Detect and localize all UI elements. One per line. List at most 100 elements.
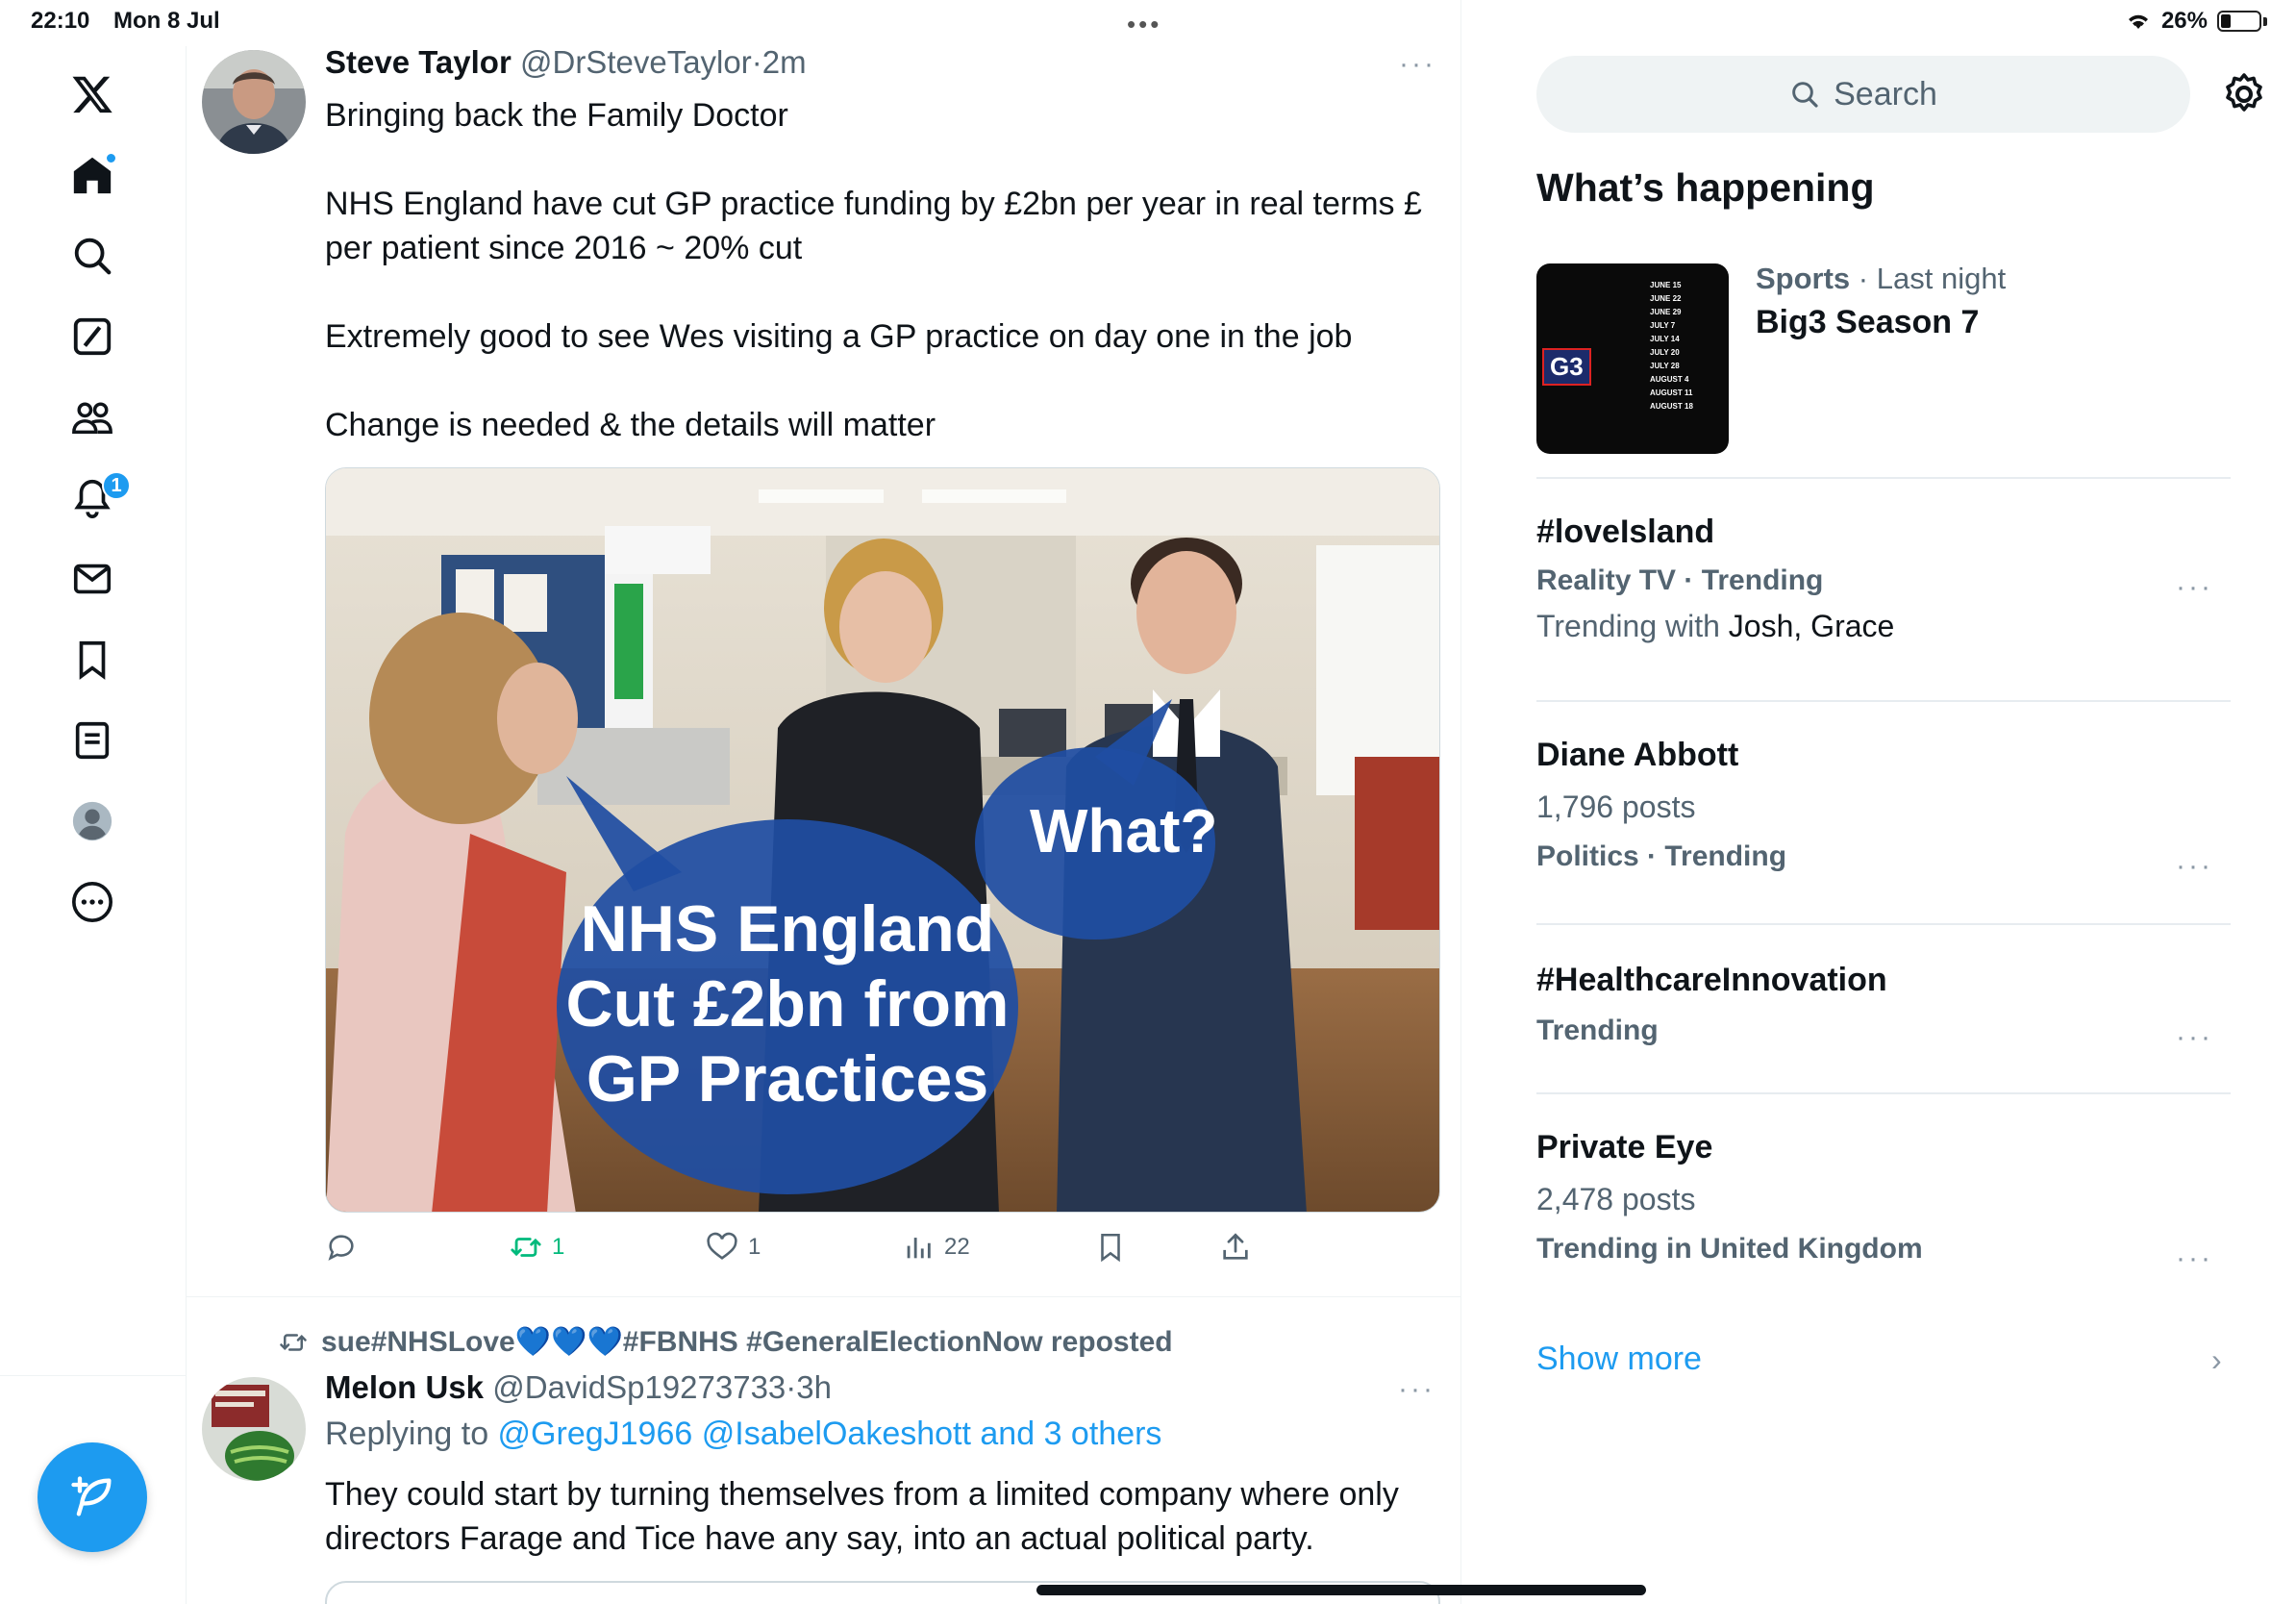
separator: · [786, 1369, 797, 1405]
schedule-date: JULY 14 [1650, 335, 1680, 343]
bubble-line: GP Practices [586, 1042, 989, 1115]
author-handle[interactable]: @DrSteveTaylor [520, 44, 752, 80]
status-time: 22:10 [31, 8, 90, 34]
tweet-actions: 1 1 22 [325, 1231, 1306, 1273]
tweet-header: Steve Taylor @DrSteveTaylor·2m [325, 44, 807, 81]
retweet-button[interactable]: 1 [510, 1231, 564, 1264]
trend-more-button[interactable]: ··· [2176, 1021, 2213, 1054]
bookmark-icon [1101, 1233, 1120, 1263]
tweet-paragraph: Extremely good to see Wes visiting a GP … [325, 318, 1353, 355]
chevron-right-icon[interactable]: › [2211, 1342, 2222, 1378]
right-sidebar: Search What’s happening G3 JUNE 15 JUNE 2… [1461, 0, 2296, 1604]
tweet-paragraph: Change is needed & the details will matt… [325, 407, 936, 443]
nav-divider [0, 1375, 187, 1376]
schedule-date: JULY 7 [1650, 321, 1676, 330]
trend-divider [1536, 477, 2231, 479]
avatar[interactable] [202, 50, 306, 154]
x-logo-icon[interactable] [63, 65, 121, 123]
bookmark-button[interactable] [1094, 1231, 1127, 1264]
separator: · [751, 44, 762, 80]
reply-icon [328, 1235, 354, 1261]
schedule-date: AUGUST 4 [1650, 375, 1689, 384]
bubble-line: NHS England [580, 892, 995, 965]
tweet-steve-taylor[interactable]: Steve Taylor @DrSteveTaylor·2m ··· Bring… [187, 0, 1461, 1296]
search-icon [1792, 82, 1818, 108]
trend-more-button[interactable]: ··· [2176, 1242, 2213, 1275]
retweet-icon [511, 1238, 541, 1257]
trend-posts: 1,796 posts [1536, 789, 1696, 824]
news-title[interactable]: Big3 Season 7 [1756, 304, 1979, 341]
tweet-text: Bringing back the Family Doctor NHS Engl… [325, 93, 1431, 447]
tweet-header: Melon Usk @DavidSp19273733·3h [325, 1369, 832, 1406]
views-icon [907, 1238, 931, 1259]
trend-posts: 2,478 posts [1536, 1182, 1696, 1216]
schedule-date: JULY 28 [1650, 362, 1680, 370]
news-time: Last night [1876, 262, 2007, 295]
messages-icon[interactable] [63, 550, 121, 608]
trend-meta: Politics · Trending [1536, 840, 1787, 872]
trend-meta: Reality TV · Trending [1536, 564, 1824, 596]
avatar[interactable] [202, 1377, 306, 1481]
trend-more-button[interactable]: ··· [2176, 850, 2213, 883]
tweet-paragraph: Bringing back the Family Doctor [325, 97, 788, 134]
grok-icon[interactable] [63, 308, 121, 365]
author-name[interactable]: Steve Taylor [325, 44, 512, 80]
trend-title: Diane Abbott [1536, 737, 1739, 773]
trend-item[interactable]: #HealthcareInnovation Trending ··· [1536, 962, 2231, 1053]
lists-icon[interactable] [63, 712, 121, 769]
reply-button[interactable] [325, 1231, 367, 1264]
tweet-text: They could start by turning themselves f… [325, 1472, 1431, 1561]
search-input[interactable]: Search [1536, 56, 2190, 133]
news-thumbnail[interactable]: G3 JUNE 15 JUNE 22 JUNE 29 JULY 7 JULY 14 JUL… [1536, 263, 1729, 454]
search-icon[interactable] [63, 227, 121, 285]
reply-prefix: Replying to [325, 1416, 498, 1452]
big3-logo: G3 [1542, 348, 1591, 386]
views-button[interactable]: 22 [902, 1231, 970, 1264]
communities-icon[interactable] [63, 388, 121, 446]
news-separator: · [1850, 262, 1877, 295]
gear-icon[interactable] [2221, 71, 2267, 117]
tweet-more-button[interactable]: ··· [1399, 48, 1436, 81]
profile-icon[interactable] [63, 792, 121, 850]
schedule-dates: JUNE 15 JUNE 22 JUNE 29 JULY 7 JULY 14 JULY 2… [1650, 279, 1693, 414]
trend-item[interactable]: #loveIsland Reality TV · Trending Trendi… [1536, 514, 2231, 644]
trend-item[interactable]: Diane Abbott 1,796 posts Politics · Tren… [1536, 737, 2231, 882]
trend-divider [1536, 700, 2231, 702]
trend-title: #HealthcareInnovation [1536, 962, 1887, 998]
compose-button[interactable] [37, 1442, 147, 1552]
reply-mentions-link[interactable]: @GregJ1966 @IsabelOakeshott and 3 others [498, 1416, 1162, 1452]
author-handle[interactable]: @DavidSp19273733 [492, 1369, 786, 1405]
trend-meta: Trending [1536, 1015, 1659, 1046]
tweet-time[interactable]: 3h [796, 1369, 832, 1405]
show-more-link[interactable]: Show more [1536, 1341, 1702, 1378]
like-button[interactable]: 1 [706, 1231, 761, 1264]
repost-label[interactable]: sue#NHSLove💙💙💙#FBNHS #GeneralElectionNow… [321, 1325, 1173, 1359]
trend-item[interactable]: Private Eye 2,478 posts Trending in Unit… [1536, 1129, 2231, 1274]
like-count: 1 [748, 1234, 761, 1260]
repost-indicator: sue#NHSLove💙💙💙#FBNHS #GeneralElectionNow… [279, 1325, 1173, 1359]
trend-context-prefix: Trending with [1536, 609, 1729, 643]
trend-divider [1536, 1092, 2231, 1094]
schedule-date: AUGUST 18 [1650, 402, 1693, 411]
heart-icon [707, 1232, 737, 1260]
author-name[interactable]: Melon Usk [325, 1369, 484, 1405]
home-unread-dot [105, 152, 117, 164]
speech-bubble-right: What? [1030, 796, 1218, 865]
tweet-paragraph: They could start by turning themselves f… [325, 1476, 1399, 1557]
compose-feather-icon [71, 1476, 112, 1516]
trend-more-button[interactable]: ··· [2176, 571, 2213, 604]
tweet-time[interactable]: 2m [762, 44, 807, 80]
notifications-icon[interactable]: 1 [63, 469, 131, 527]
bookmarks-icon[interactable] [63, 631, 121, 689]
tweet-image[interactable]: NHS England Cut £2bn from GP Practices W… [325, 467, 1440, 1213]
home-icon[interactable] [63, 146, 121, 204]
share-button[interactable] [1219, 1231, 1252, 1264]
tweet-paragraph: NHS England have cut GP practice funding… [325, 186, 1422, 266]
news-meta: Sports · Last night [1756, 262, 2006, 296]
views-count: 22 [944, 1234, 970, 1260]
trend-divider [1536, 923, 2231, 925]
more-icon[interactable] [63, 873, 121, 931]
tweet-more-button[interactable]: ··· [1398, 1373, 1435, 1406]
retweet-count: 1 [552, 1234, 565, 1260]
speech-bubble-left: NHS England Cut £2bn from GP Practices [537, 891, 1037, 1116]
